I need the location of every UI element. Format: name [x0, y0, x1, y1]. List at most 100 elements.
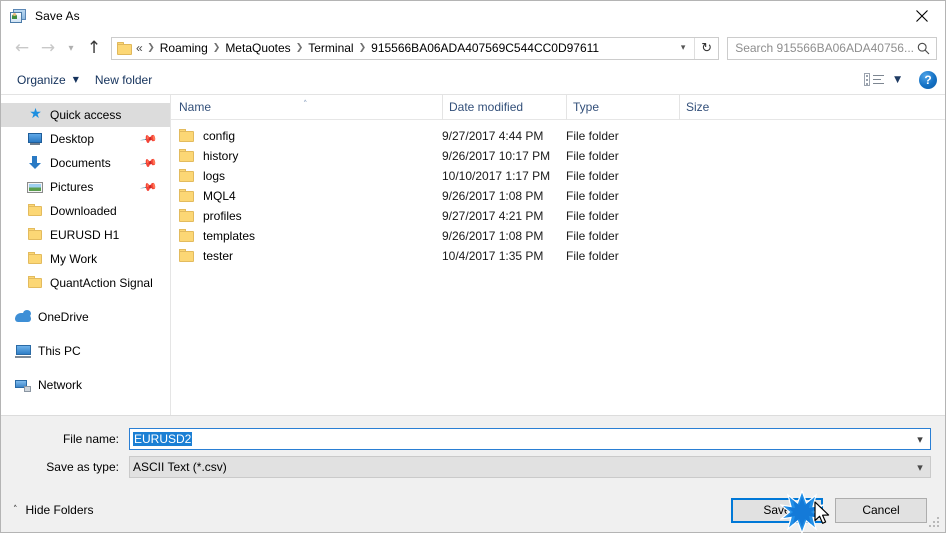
forward-arrow-icon[interactable]: → — [35, 35, 61, 61]
pin-icon: 📌 — [139, 177, 159, 197]
folder-icon — [27, 275, 44, 291]
file-type: File folder — [566, 249, 619, 263]
file-type: File folder — [566, 209, 619, 223]
file-name: history — [203, 149, 239, 163]
filetype-label: Save as type: — [46, 460, 119, 474]
table-row[interactable]: tester 10/4/2017 1:35 PM File folder — [171, 246, 945, 266]
sidebar-item-onedrive[interactable]: OneDrive — [1, 305, 170, 329]
window-title: Save As — [35, 9, 80, 23]
filetype-combobox[interactable]: ASCII Text (*.csv) ▾ — [129, 456, 931, 478]
search-box[interactable]: Search 915566BA06ADA40756... — [727, 36, 937, 60]
breadcrumb-overflow[interactable]: « — [136, 40, 145, 56]
table-row[interactable]: templates 9/26/2017 1:08 PM File folder — [171, 226, 945, 246]
pin-icon: 📌 — [139, 153, 159, 173]
save-button[interactable]: Save — [731, 497, 823, 523]
folder-icon — [179, 229, 195, 243]
sidebar-item-label: My Work — [50, 252, 98, 266]
sidebar-item-network[interactable]: Network — [1, 373, 170, 397]
computer-icon — [15, 343, 32, 359]
sidebar-item-documents[interactable]: Documents 📌 — [1, 151, 170, 175]
sidebar-item-downloaded[interactable]: Downloaded — [1, 199, 170, 223]
filename-combobox[interactable]: EURUSD2 ▾ — [129, 428, 931, 450]
table-row[interactable]: logs 10/10/2017 1:17 PM File folder — [171, 166, 945, 186]
table-row[interactable]: MQL4 9/26/2017 1:08 PM File folder — [171, 186, 945, 206]
file-name: profiles — [203, 209, 242, 223]
recent-locations-chevron-down-icon[interactable]: ▾ — [61, 35, 81, 61]
back-arrow-icon[interactable]: ← — [9, 35, 35, 61]
file-name: logs — [203, 169, 226, 183]
address-bar[interactable]: « ❯ Roaming ❯ MetaQuotes ❯ Terminal ❯ 91… — [111, 36, 720, 60]
column-header-size[interactable]: Size — [679, 95, 757, 120]
file-date-modified: 9/27/2017 4:44 PM — [442, 129, 544, 143]
sidebar-item-eurusd-h1[interactable]: EURUSD H1 — [1, 223, 170, 247]
filename-label: File name: — [62, 432, 119, 446]
chevron-down-icon[interactable]: ▾ — [910, 429, 930, 449]
folder-icon — [179, 249, 195, 263]
chevron-up-icon: ˄ — [13, 505, 18, 515]
breadcrumb-separator: ❯ — [147, 43, 155, 53]
breadcrumb-item-terminal[interactable]: Terminal — [305, 40, 356, 56]
refresh-icon[interactable]: ↻ — [694, 37, 718, 59]
folder-icon — [179, 169, 195, 183]
table-row[interactable]: profiles 9/27/2017 4:21 PM File folder — [171, 206, 945, 226]
navigation-bar: ← → ▾ ↑ « ❯ Roaming ❯ MetaQuotes ❯ Termi… — [1, 31, 945, 65]
breadcrumb: « ❯ Roaming ❯ MetaQuotes ❯ Terminal ❯ 91… — [136, 40, 672, 56]
sidebar-item-label: Documents — [50, 156, 111, 170]
sidebar-item-quantaction-signal[interactable]: QuantAction Signal — [1, 271, 170, 295]
new-folder-label: New folder — [94, 72, 153, 87]
view-layout-icon[interactable] — [864, 72, 886, 88]
file-date-modified: 10/10/2017 1:17 PM — [442, 169, 551, 183]
close-icon[interactable] — [899, 1, 945, 31]
breadcrumb-item-metaquotes[interactable]: MetaQuotes — [222, 40, 293, 56]
star-icon: ★ — [29, 106, 42, 122]
organize-button[interactable]: Organize ▼ — [9, 68, 87, 92]
file-type: File folder — [566, 129, 619, 143]
sidebar-item-label: Network — [38, 378, 83, 392]
sort-ascending-icon: ˄ — [303, 99, 308, 110]
column-header-name[interactable]: Name ˄ — [179, 95, 442, 120]
file-date-modified: 9/26/2017 1:08 PM — [442, 189, 544, 203]
view-chevron-down-icon[interactable]: ▼ — [894, 75, 901, 85]
pictures-icon — [27, 179, 44, 195]
network-icon — [15, 377, 32, 393]
filename-input[interactable]: EURUSD2 — [130, 432, 910, 446]
save-form: File name: EURUSD2 ▾ Save as type: ASCII… — [1, 416, 945, 488]
table-row[interactable]: history 9/26/2017 10:17 PM File folder — [171, 146, 945, 166]
sidebar-item-label: This PC — [38, 344, 81, 358]
column-header-type[interactable]: Type — [566, 95, 679, 120]
file-type: File folder — [566, 229, 619, 243]
new-folder-button[interactable]: New folder — [87, 68, 160, 92]
browser-area: ★ Quick access Desktop 📌 Documents 📌 Pic… — [1, 95, 945, 416]
filetype-row: Save as type: ASCII Text (*.csv) ▾ — [15, 456, 931, 478]
organize-label: Organize — [17, 72, 66, 87]
sidebar-item-desktop[interactable]: Desktop 📌 — [1, 127, 170, 151]
sidebar-item-label: Pictures — [50, 180, 94, 194]
search-input[interactable]: Search 915566BA06ADA40756... — [735, 41, 914, 55]
sidebar-item-pictures[interactable]: Pictures 📌 — [1, 175, 170, 199]
sidebar-item-label: QuantAction Signal — [50, 276, 153, 290]
file-list: Name ˄ Date modified Type Size config 9/… — [171, 95, 945, 415]
column-header-date-modified[interactable]: Date modified — [442, 95, 566, 120]
resize-grip-icon[interactable] — [929, 517, 941, 529]
filename-row: File name: EURUSD2 ▾ — [15, 428, 931, 450]
breadcrumb-item-roaming[interactable]: Roaming — [157, 40, 211, 56]
search-icon — [914, 42, 932, 55]
breadcrumb-separator: ❯ — [212, 43, 221, 53]
sidebar-item-label: Desktop — [50, 132, 95, 146]
hide-folders-button[interactable]: ˄ Hide Folders — [13, 503, 94, 517]
desktop-icon — [27, 131, 44, 147]
hide-folders-label: Hide Folders — [25, 503, 94, 517]
chevron-down-icon[interactable]: ▾ — [910, 457, 930, 477]
table-row[interactable]: config 9/27/2017 4:44 PM File folder — [171, 126, 945, 146]
address-chevron-down-icon[interactable]: ▾ — [672, 38, 694, 59]
sidebar-item-label: OneDrive — [38, 310, 89, 324]
sidebar-item-my-work[interactable]: My Work — [1, 247, 170, 271]
command-toolbar: Organize ▼ New folder ▼ ? — [1, 65, 945, 95]
sidebar-item-quick-access[interactable]: ★ Quick access — [1, 103, 170, 127]
file-type: File folder — [566, 149, 619, 163]
cancel-button[interactable]: Cancel — [835, 497, 927, 523]
breadcrumb-item-guid[interactable]: 915566BA06ADA407569C544CC0D97611 — [368, 40, 602, 56]
help-icon[interactable]: ? — [919, 70, 937, 89]
sidebar-item-this-pc[interactable]: This PC — [1, 339, 170, 363]
up-arrow-icon[interactable]: ↑ — [81, 35, 107, 61]
